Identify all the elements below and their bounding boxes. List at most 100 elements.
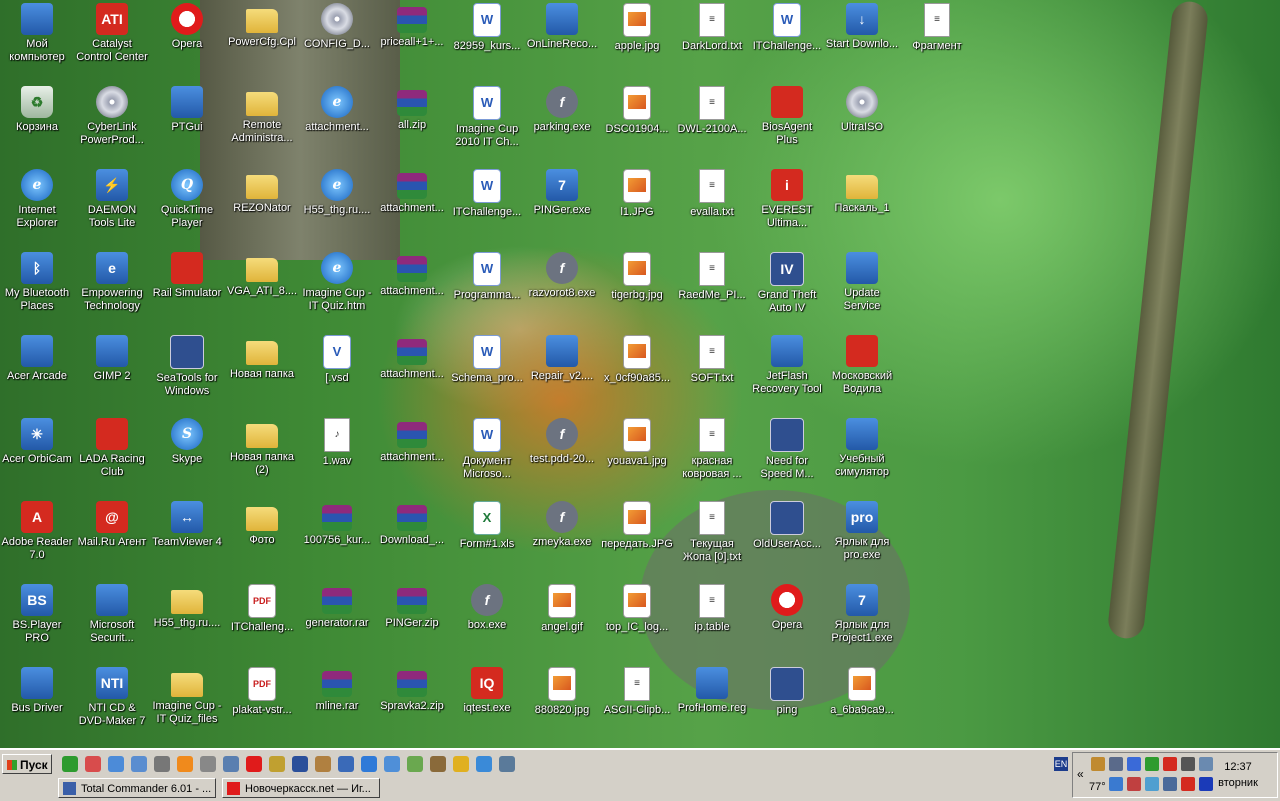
desktop-icon[interactable]: OnLineReco... [525,3,599,83]
desktop-icon[interactable]: attachment... [375,335,449,415]
quick-launch-ie-icon[interactable] [361,756,377,772]
desktop-icon[interactable]: ✳ Acer OrbiCam [0,418,74,498]
desktop-icon[interactable]: IV Grand Theft Auto IV [750,252,824,332]
desktop-icon[interactable]: 880820.jpg [525,667,599,747]
desktop-icon[interactable]: Update Service [825,252,899,332]
desktop-icon[interactable]: Download_... [375,501,449,581]
desktop-icon[interactable]: ≡ Текущая Жопа [0].txt [675,501,749,581]
desktop-icon[interactable]: ATI Catalyst Control Center [75,3,149,83]
desktop-icon[interactable]: VGA_ATI_8.... [225,252,299,332]
desktop-icon[interactable]: SeaTools for Windows [150,335,224,415]
quick-launch-star-icon[interactable] [430,756,446,772]
desktop-icon[interactable]: Rail Simulator [150,252,224,332]
desktop-icon[interactable]: Q QuickTime Player [150,169,224,249]
desktop-icon[interactable]: apple.jpg [600,3,674,83]
desktop-icon[interactable]: W Programma... [450,252,524,332]
desktop-icon[interactable]: attachment... [375,418,449,498]
desktop-icon[interactable]: W Schema_pro... [450,335,524,415]
desktop-icon[interactable]: REZONator [225,169,299,249]
quick-launch-network-icon[interactable] [499,756,515,772]
tray-antivirus-icon[interactable] [1109,777,1123,791]
desktop-icon[interactable]: W Документ Microso... [450,418,524,498]
taskbar-button[interactable]: Total Commander 6.01 - ... [58,778,216,798]
desktop-icon[interactable]: f parking.exe [525,86,599,166]
desktop-icon[interactable]: e Imagine Cup - IT Quiz.htm [300,252,374,332]
desktop[interactable]: Мой компьютер ATI Catalyst Control Center O… [0,0,1280,748]
desktop-icon[interactable]: LADA Racing Club [75,418,149,498]
desktop-icon[interactable]: UltraISO [825,86,899,166]
desktop-icon[interactable]: PTGui [150,86,224,166]
desktop-icon[interactable]: Учебный симулятор [825,418,899,498]
desktop-icon[interactable]: x_0cf90a85... [600,335,674,415]
desktop-icon[interactable]: Паскаль_1 [825,169,899,249]
quick-launch-save-icon[interactable] [292,756,308,772]
desktop-icon[interactable]: ≡ SOFT.txt [675,335,749,415]
desktop-icon[interactable]: CONFIG_D... [300,3,374,83]
desktop-icon[interactable]: Microsoft Securit... [75,584,149,664]
tray-bluetooth-icon[interactable] [1127,757,1141,771]
desktop-icon[interactable]: ≡ DWL-2100A... [675,86,749,166]
desktop-icon[interactable]: передать.JPG [600,501,674,581]
desktop-icon[interactable]: e attachment... [300,86,374,166]
desktop-icon[interactable]: f test.pdd-20... [525,418,599,498]
desktop-icon[interactable]: ≡ DarkLord.txt [675,3,749,83]
clock[interactable]: 12:37 вторник [1210,759,1266,791]
desktop-icon[interactable]: f zmeyka.exe [525,501,599,581]
desktop-icon[interactable]: ♻ Корзина [0,86,74,166]
quick-launch-document-icon[interactable] [384,756,400,772]
desktop-icon[interactable]: ping [750,667,824,747]
desktop-icon[interactable]: GIMP 2 [75,335,149,415]
desktop-icon[interactable]: PDF plakat-vstr... [225,667,299,747]
quick-launch-tool-icon[interactable] [269,756,285,772]
desktop-icon[interactable]: l1.JPG [600,169,674,249]
tray-monitor-icon[interactable] [1163,777,1177,791]
quick-launch-mail-icon[interactable] [177,756,193,772]
desktop-icon[interactable]: W 82959_kurs... [450,3,524,83]
tray-shield-icon[interactable] [1127,777,1141,791]
desktop-icon[interactable]: top_IC_log... [600,584,674,664]
tray-network-icon[interactable] [1091,757,1105,771]
desktop-icon[interactable]: f razvorot8.exe [525,252,599,332]
quick-launch-media-icon[interactable] [338,756,354,772]
desktop-icon[interactable]: Мой компьютер [0,3,74,83]
desktop-icon[interactable]: V [.vsd [300,335,374,415]
start-button[interactable]: Пуск [2,754,52,774]
desktop-icon[interactable]: ProfHome.reg [675,667,749,747]
desktop-icon[interactable]: youava1.jpg [600,418,674,498]
desktop-icon[interactable]: BiosAgent Plus [750,86,824,166]
desktop-icon[interactable]: generator.rar [300,584,374,664]
desktop-icon[interactable]: A Adobe Reader 7.0 [0,501,74,581]
desktop-icon[interactable]: Repair_v2.... [525,335,599,415]
desktop-icon[interactable]: H55_thg.ru.... [150,584,224,664]
desktop-icon[interactable]: ↔ TeamViewer 4 [150,501,224,581]
desktop-icon[interactable]: IQ iqtest.exe [450,667,524,747]
desktop-icon[interactable]: Новая папка [225,335,299,415]
desktop-icon[interactable]: f box.exe [450,584,524,664]
tray-mail-icon[interactable] [1145,777,1159,791]
desktop-icon[interactable]: ↓ Start Downlo... [825,3,899,83]
desktop-icon[interactable]: all.zip [375,86,449,166]
desktop-icon[interactable]: NTI NTI CD & DVD-Maker 7 [75,667,149,747]
quick-launch-clock-icon[interactable] [453,756,469,772]
desktop-icon[interactable]: Opera [750,584,824,664]
quick-launch-green-app-icon[interactable] [62,756,78,772]
desktop-icon[interactable]: 7 PINGer.exe [525,169,599,249]
tray-green-icon[interactable] [1145,757,1159,771]
desktop-icon[interactable]: JetFlash Recovery Tool [750,335,824,415]
desktop-icon[interactable]: Фото [225,501,299,581]
desktop-icon[interactable]: @ Mail.Ru Агент [75,501,149,581]
tray-ati-icon[interactable] [1163,757,1177,771]
desktop-icon[interactable]: Opera [150,3,224,83]
quick-launch-gear-icon[interactable] [407,756,423,772]
desktop-icon[interactable]: ≡ RaedMe_PI... [675,252,749,332]
desktop-icon[interactable]: OldUserAcc... [750,501,824,581]
desktop-icon[interactable]: Remote Administra... [225,86,299,166]
desktop-icon[interactable]: Need for Speed M... [750,418,824,498]
desktop-icon[interactable]: Acer Arcade [0,335,74,415]
desktop-icon[interactable]: priceall+1+... [375,3,449,83]
desktop-icon[interactable]: ⚡ DAEMON Tools Lite [75,169,149,249]
quick-launch-calculator-icon[interactable] [200,756,216,772]
desktop-icon[interactable]: DSC01904... [600,86,674,166]
desktop-icon[interactable]: attachment... [375,169,449,249]
desktop-icon[interactable]: Новая папка (2) [225,418,299,498]
